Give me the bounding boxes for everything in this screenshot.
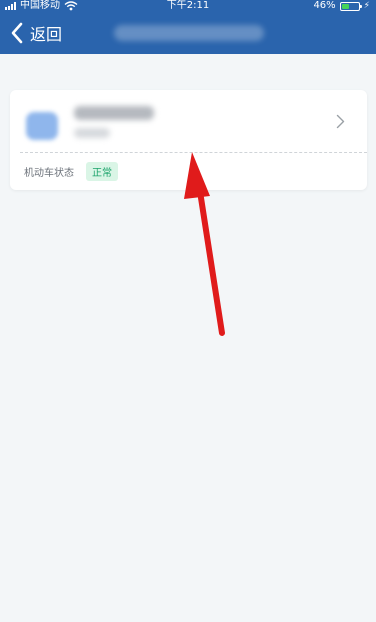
navigation-bar: 返回 (0, 12, 376, 54)
dashed-divider (20, 152, 367, 153)
vehicle-status-row: 机动车状态 正常 (24, 162, 118, 181)
vehicle-status-badge: 正常 (86, 162, 118, 181)
screen: 中国移动 下午2:11 46% ⚡ 返回 机动车状态 正常 (0, 0, 376, 622)
vehicle-icon (26, 112, 58, 140)
chevron-right-icon (336, 114, 345, 129)
chevron-left-icon (11, 22, 23, 44)
battery-icon (339, 1, 362, 11)
status-right: 46% ⚡ (313, 0, 370, 12)
annotation-arrow-shaft (196, 182, 225, 336)
vehicle-card: 机动车状态 正常 (10, 90, 367, 190)
vehicle-card-header[interactable] (10, 90, 367, 152)
battery-percent: 46% (313, 0, 336, 11)
header-bar: 中国移动 下午2:11 46% ⚡ 返回 (0, 0, 376, 54)
lightning-icon: ⚡ (363, 1, 370, 11)
vehicle-plate-redacted (74, 106, 154, 120)
vehicle-subtitle-redacted (74, 128, 110, 138)
back-label: 返回 (30, 25, 63, 44)
vehicle-status-label: 机动车状态 (24, 168, 74, 179)
status-bar: 中国移动 下午2:11 46% ⚡ (0, 0, 376, 12)
back-button[interactable]: 返回 (10, 20, 62, 46)
page-title-redacted (114, 25, 264, 41)
battery-level-fill (341, 3, 349, 9)
